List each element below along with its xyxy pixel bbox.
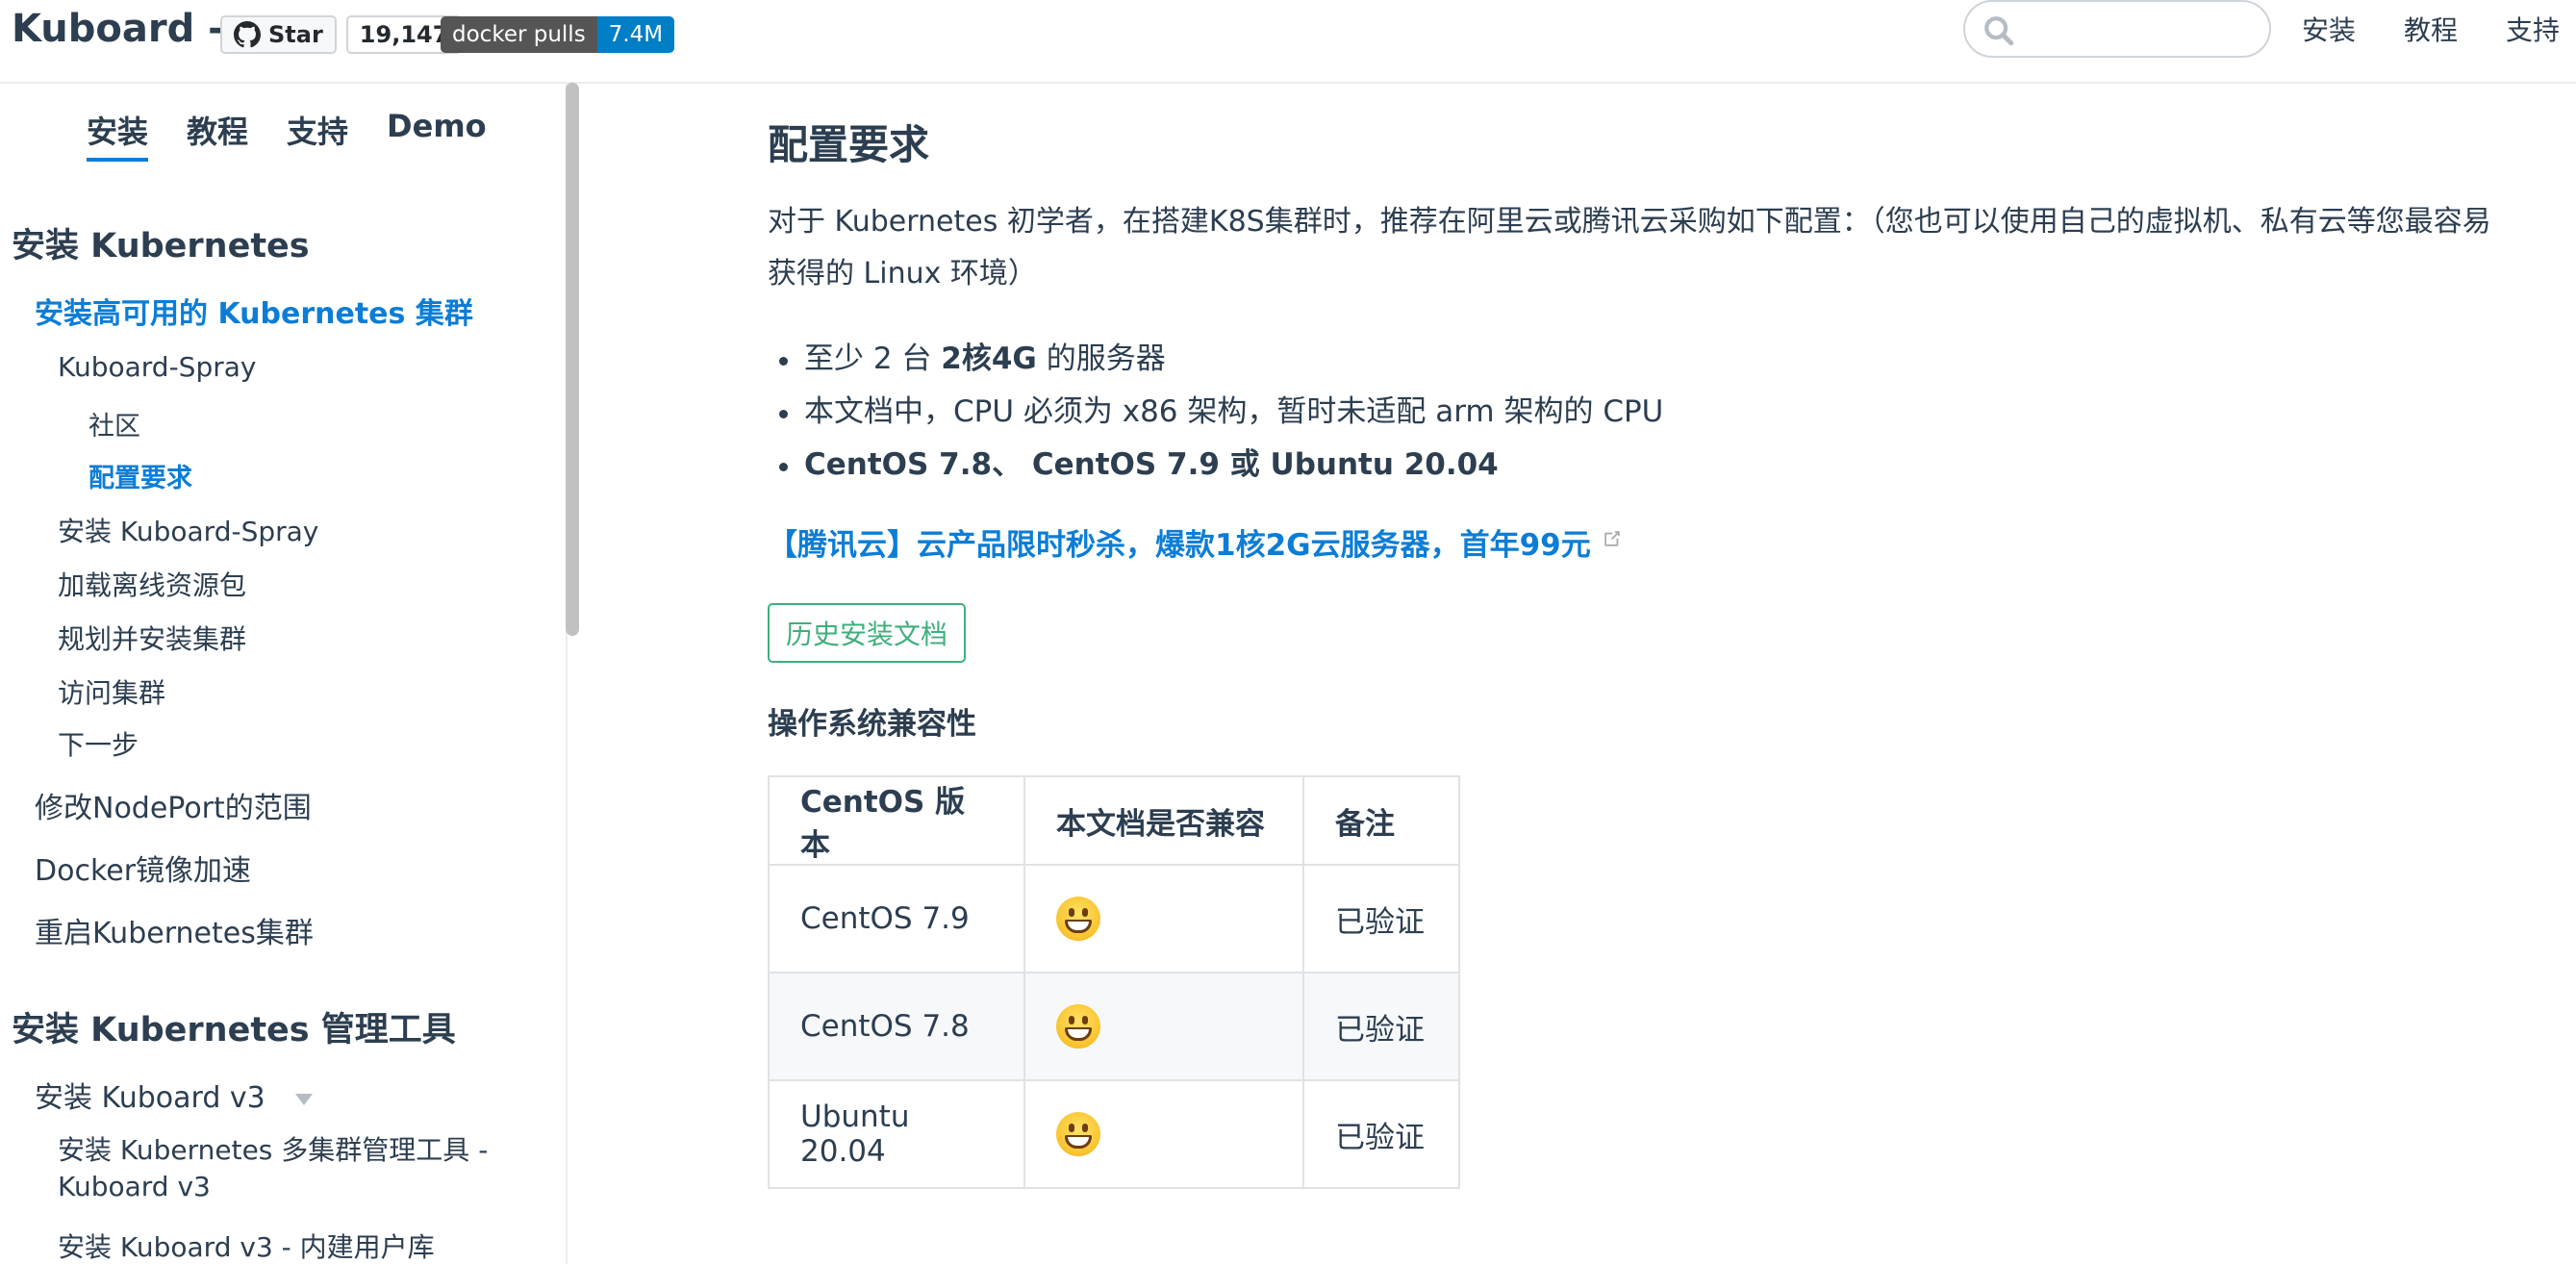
nav-link-tutorial[interactable]: 教程 bbox=[2404, 10, 2458, 48]
sidebar-item-ha-cluster[interactable]: 安装高可用的 Kubernetes 集群 bbox=[35, 297, 473, 331]
history-docs-button[interactable]: 历史安装文档 bbox=[768, 603, 967, 663]
search-icon bbox=[1984, 16, 2014, 46]
sidebar-item-docker-mirror[interactable]: Docker镜像加速 bbox=[35, 847, 251, 889]
list-item-text: 的服务器 bbox=[1036, 341, 1166, 376]
nav-link-install[interactable]: 安装 bbox=[2302, 10, 2356, 48]
list-item: 本文档中，CPU 必须为 x86 架构，暂时未适配 arm 架构的 CPU bbox=[768, 386, 1663, 439]
github-star-button[interactable]: Star bbox=[220, 15, 337, 54]
search-box[interactable] bbox=[1963, 0, 2271, 58]
sidebar-item-kuboard-spray[interactable]: Kuboard-Spray bbox=[58, 351, 256, 383]
sidebar-item-offline-package[interactable]: 加载离线资源包 bbox=[58, 565, 246, 603]
table-cell-os: Ubuntu 20.04 bbox=[768, 1079, 1025, 1189]
github-icon bbox=[234, 21, 261, 48]
search-input[interactable] bbox=[2023, 10, 2254, 48]
sidebar: 安装 教程 支持 Demo 安装 Kubernetes 安装高可用的 Kuber… bbox=[0, 84, 568, 1264]
list-item-bold: 2核4G bbox=[941, 341, 1037, 376]
sidebar-tabs: 安装 教程 支持 Demo bbox=[87, 108, 487, 162]
external-link-icon bbox=[1604, 531, 1620, 546]
github-star-label: Star bbox=[268, 21, 323, 48]
table-cell-os: CentOS 7.9 bbox=[768, 864, 1025, 973]
os-name: CentOS 7.8 bbox=[804, 447, 993, 482]
os-name: CentOS 7.9 bbox=[1031, 447, 1220, 482]
promo-link[interactable]: 【腾讯云】云产品限时秒杀，爆款1核2G云服务器，首年99元 bbox=[768, 520, 1623, 564]
grinning-face-icon bbox=[1056, 1004, 1100, 1049]
sidebar-item-kuboard-v3[interactable]: 安装 Kuboard v3 bbox=[35, 1074, 314, 1116]
grinning-face-icon bbox=[1056, 1112, 1100, 1156]
sidebar-tab-tutorial[interactable]: 教程 bbox=[187, 108, 248, 162]
list-item: CentOS 7.8、 CentOS 7.9 或 Ubuntu 20.04 bbox=[768, 439, 1663, 492]
docker-pulls-label: docker pulls bbox=[441, 16, 597, 53]
table-header: 备注 bbox=[1302, 775, 1460, 866]
caret-down-icon bbox=[295, 1093, 314, 1105]
sidebar-tab-support[interactable]: 支持 bbox=[287, 108, 348, 162]
sidebar-item-requirements[interactable]: 配置要求 bbox=[88, 464, 192, 493]
promo-link-text: 【腾讯云】云产品限时秒杀，爆款1核2G云服务器，首年99元 bbox=[768, 528, 1591, 563]
compat-heading: 操作系统兼容性 bbox=[768, 707, 976, 742]
docker-pulls-badge[interactable]: docker pulls 7.4M bbox=[441, 16, 675, 53]
table-cell-os: CentOS 7.8 bbox=[768, 972, 1025, 1081]
table-cell-compatible bbox=[1023, 864, 1304, 973]
sidebar-group-install-kubernetes[interactable]: 安装 Kubernetes bbox=[12, 218, 310, 267]
table-cell-note: 已验证 bbox=[1302, 864, 1460, 973]
sidebar-item-builtin-users[interactable]: 安装 Kuboard v3 - 内建用户库 bbox=[58, 1226, 435, 1264]
table-cell-note: 已验证 bbox=[1302, 1079, 1460, 1189]
table-row: CentOS 7.8 已验证 bbox=[768, 972, 1460, 1081]
grinning-face-icon bbox=[1056, 897, 1100, 941]
sidebar-item-nodeport[interactable]: 修改NodePort的范围 bbox=[35, 784, 312, 826]
sidebar-scrollbar[interactable] bbox=[566, 83, 579, 636]
sidebar-tab-demo[interactable]: Demo bbox=[387, 108, 487, 162]
docker-pulls-value: 7.4M bbox=[596, 16, 675, 53]
main-content: 配置要求 对于 Kubernetes 初学者，在搭建K8S集群时，推荐在阿里云或… bbox=[768, 84, 2576, 1264]
sidebar-item-next-step[interactable]: 下一步 bbox=[58, 724, 139, 763]
table-cell-compatible bbox=[1023, 1079, 1304, 1189]
sidebar-item-kuboard-v3-label: 安装 Kuboard v3 bbox=[35, 1081, 265, 1115]
sidebar-item-plan-install[interactable]: 规划并安装集群 bbox=[58, 619, 246, 657]
sidebar-item-multi-cluster[interactable]: 安装 Kubernetes 多集群管理工具 - Kuboard v3 bbox=[58, 1132, 510, 1205]
list-item: 至少 2 台 2核4G 的服务器 bbox=[768, 333, 1663, 386]
site-title[interactable]: Kuboard - bbox=[12, 4, 224, 54]
table-row: Ubuntu 20.04 已验证 bbox=[768, 1079, 1460, 1189]
table-header: CentOS 版本 bbox=[768, 775, 1025, 866]
sidebar-tab-install[interactable]: 安装 bbox=[87, 108, 149, 162]
nav-link-support[interactable]: 支持 bbox=[2506, 10, 2560, 48]
compat-table: CentOS 版本 本文档是否兼容 备注 CentOS 7.9 已验证 Cent… bbox=[768, 775, 1460, 1189]
requirements-list: 至少 2 台 2核4G 的服务器 本文档中，CPU 必须为 x86 架构，暂时未… bbox=[768, 333, 1663, 492]
github-star-badge[interactable]: Star 19,147 bbox=[220, 15, 463, 54]
sidebar-item-access-cluster[interactable]: 访问集群 bbox=[58, 672, 165, 711]
table-header: 本文档是否兼容 bbox=[1023, 775, 1304, 866]
sidebar-item-install-spray[interactable]: 安装 Kuboard-Spray bbox=[58, 511, 318, 549]
intro-paragraph: 对于 Kubernetes 初学者，在搭建K8S集群时，推荐在阿里云或腾讯云采购… bbox=[768, 205, 2491, 291]
sidebar-item-community[interactable]: 社区 bbox=[88, 405, 140, 442]
table-row: CentOS 7.9 已验证 bbox=[768, 864, 1460, 973]
table-cell-compatible bbox=[1023, 972, 1304, 1081]
top-nav-links: 安装 教程 支持 bbox=[2302, 10, 2560, 48]
separator: 或 bbox=[1219, 447, 1271, 482]
sidebar-item-restart-cluster[interactable]: 重启Kubernetes集群 bbox=[35, 909, 314, 951]
list-item-text: 本文档中，CPU 必须为 x86 架构，暂时未适配 arm 架构的 CPU bbox=[804, 394, 1664, 429]
top-navbar: Kuboard - Star 19,147 docker pulls 7.4M … bbox=[0, 0, 2576, 84]
os-name: Ubuntu 20.04 bbox=[1270, 447, 1499, 482]
list-item-text: 至少 2 台 bbox=[804, 341, 942, 376]
table-header-row: CentOS 版本 本文档是否兼容 备注 bbox=[768, 775, 1460, 866]
table-cell-note: 已验证 bbox=[1302, 972, 1460, 1081]
separator: 、 bbox=[992, 447, 1032, 482]
page-title: 配置要求 bbox=[768, 121, 930, 168]
sidebar-group-management-tools[interactable]: 安装 Kubernetes 管理工具 bbox=[12, 1002, 456, 1051]
